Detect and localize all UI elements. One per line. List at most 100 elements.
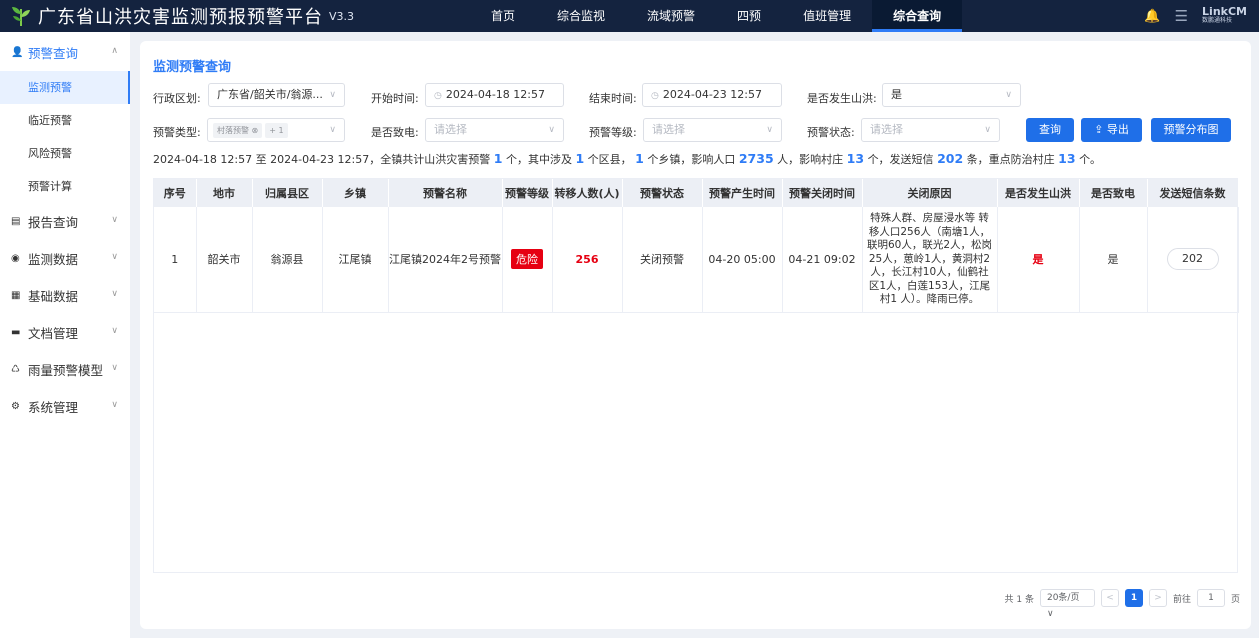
sidebar-group-monitor-data[interactable]: ◉ 监测数据 ∨ <box>0 240 130 277</box>
type-tag: 村落预警 ⊗ <box>213 122 263 138</box>
menu-icon[interactable]: ☰ <box>1175 7 1188 25</box>
nav-four-pre[interactable]: 四预 <box>716 0 782 32</box>
main-nav: 首页 综合监视 流域预警 四预 值班管理 综合查询 <box>470 0 963 32</box>
chevron-down-icon: ∨ <box>111 400 118 410</box>
chevron-up-icon: ∧ <box>111 46 118 56</box>
status-select[interactable]: 请选择 ∨ <box>861 118 1000 142</box>
summary-text: 个乡镇，影响人口 <box>647 153 736 166</box>
sidebar-group-report[interactable]: ▤ 报告查询 ∨ <box>0 203 130 240</box>
logo-leaf-icon <box>12 7 30 27</box>
col-header: 转移人数(人) <box>552 179 623 207</box>
region-select[interactable]: 广东省/韶关市/翁源... ∨ <box>208 83 345 107</box>
cell-sms: 202 <box>1147 207 1239 313</box>
summary-village-count: 13 <box>846 151 865 166</box>
end-time-label: 结束时间: <box>589 92 637 105</box>
start-time-value: 2024-04-18 12:57 <box>445 88 545 101</box>
alert-user-icon: 👤 <box>11 47 24 58</box>
chevron-down-icon: ∨ <box>984 125 991 135</box>
page-title: 监测预警查询 <box>153 60 232 75</box>
sidebar-group-docs[interactable]: ▬ 文档管理 ∨ <box>0 314 130 351</box>
chevron-down-icon: ∨ <box>111 215 118 225</box>
database-icon: ▦ <box>11 290 21 301</box>
page-unit-label: 页 <box>1230 594 1240 605</box>
col-header: 地市 <box>196 179 253 207</box>
table-row[interactable]: 1 韶关市 翁源县 江尾镇 江尾镇2024年2号预警 危险 256 关闭预警 0… <box>154 207 1239 313</box>
current-page-button[interactable]: 1 <box>1124 589 1143 607</box>
clock-icon: ◷ <box>651 91 659 101</box>
start-time-label: 开始时间: <box>371 92 419 105</box>
sidebar-group-base-data[interactable]: ▦ 基础数据 ∨ <box>0 277 130 314</box>
cell-reason: 特殊人群、房屋浸水等 转移人口256人（南塘1人，联明60人，联光2人，松岗25… <box>862 207 998 313</box>
nav-home[interactable]: 首页 <box>470 0 536 32</box>
sidebar-group-system[interactable]: ⚙ 系统管理 ∨ <box>0 388 130 425</box>
sidebar-group-rain-model[interactable]: ♺ 雨量预警模型 ∨ <box>0 351 130 388</box>
col-header: 预警产生时间 <box>702 179 783 207</box>
cell-town: 江尾镇 <box>322 207 389 313</box>
type-select[interactable]: 村落预警 ⊗ + 1 ∨ <box>207 118 345 142</box>
chevron-down-icon: ∨ <box>766 125 773 135</box>
export-label: 导出 <box>1106 123 1129 136</box>
sidebar-group-label: 报告查询 <box>28 215 79 230</box>
app-title: 广东省山洪灾害监测预报预警平台 <box>38 7 323 28</box>
status-label: 预警状态: <box>807 126 855 139</box>
query-button[interactable]: 查询 <box>1026 118 1074 142</box>
goto-page-input[interactable]: 1 <box>1196 589 1225 607</box>
flood-select[interactable]: 是 ∨ <box>882 83 1021 107</box>
col-header: 发送短信条数 <box>1147 179 1239 207</box>
level-select[interactable]: 请选择 ∨ <box>643 118 782 142</box>
chevron-down-icon: ∨ <box>1005 90 1012 100</box>
sms-count-pill[interactable]: 202 <box>1166 248 1219 271</box>
col-header: 乡镇 <box>322 179 389 207</box>
col-header: 预警名称 <box>388 179 503 207</box>
goto-label: 前往 <box>1172 594 1191 605</box>
chevron-down-icon: ∨ <box>329 90 336 100</box>
type-label: 预警类型: <box>153 126 201 139</box>
chevron-down-icon: ∨ <box>111 363 118 373</box>
top-bar: 广东省山洪灾害监测预报预警平台 V3.3 首页 综合监视 流域预警 四预 值班管… <box>0 0 1259 32</box>
power-placeholder: 请选择 <box>434 123 467 136</box>
col-header: 归属县区 <box>252 179 323 207</box>
cell-end-time: 04-21 09:02 <box>782 207 863 313</box>
gear-icon: ⚙ <box>11 401 20 412</box>
chevron-down-icon: ∨ <box>111 289 118 299</box>
level-label: 预警等级: <box>589 126 637 139</box>
col-header: 预警状态 <box>622 179 703 207</box>
summary-text: 2024-04-18 12:57 至 2024-04-23 12:57，全镇共计… <box>153 153 491 166</box>
sidebar-group-warning-query[interactable]: 👤 预警查询 ∧ <box>0 34 130 71</box>
region-value: 广东省/韶关市/翁源... <box>217 88 323 101</box>
export-button[interactable]: ⇪ 导出 <box>1081 118 1142 142</box>
sidebar-item-risk-warning[interactable]: 风险预警 <box>0 137 130 170</box>
nav-duty[interactable]: 值班管理 <box>782 0 872 32</box>
pager-total: 共 1 条 <box>1004 594 1034 605</box>
next-page-button[interactable]: > <box>1148 589 1167 607</box>
nav-query[interactable]: 综合查询 <box>872 0 963 32</box>
warning-map-button[interactable]: 预警分布图 <box>1151 118 1231 142</box>
clock-icon: ◷ <box>434 91 442 101</box>
sidebar-item-near-warning[interactable]: 临近预警 <box>0 104 130 137</box>
type-tag-text: 村落预警 <box>217 125 249 135</box>
level-badge: 危险 <box>511 249 543 270</box>
end-time-value: 2024-04-23 12:57 <box>662 88 762 101</box>
region-label: 行政区划: <box>153 92 201 105</box>
app-version: V3.3 <box>329 9 355 23</box>
nav-monitor[interactable]: 综合监视 <box>536 0 626 32</box>
power-select[interactable]: 请选择 ∨ <box>425 118 564 142</box>
end-time-picker[interactable]: ◷ 2024-04-23 12:57 <box>642 83 782 107</box>
sidebar-item-warning-calc[interactable]: 预警计算 <box>0 170 130 203</box>
page-size-select[interactable]: 20条/页 ∨ <box>1039 589 1095 619</box>
sidebar-item-monitor-warning[interactable]: 监测预警 <box>0 71 130 104</box>
chevron-down-icon: ∨ <box>111 252 118 262</box>
flood-label: 是否发生山洪: <box>807 92 877 105</box>
summary-text: 个，其中涉及 <box>505 153 572 166</box>
status-placeholder: 请选择 <box>870 123 903 136</box>
prev-page-button[interactable]: < <box>1100 589 1119 607</box>
type-more-tag: + 1 <box>265 122 288 138</box>
col-header: 是否发生山洪 <box>997 179 1080 207</box>
app-logo[interactable]: 广东省山洪灾害监测预报预警平台 V3.3 <box>0 3 470 29</box>
summary-county-count: 1 <box>575 151 585 166</box>
col-header: 是否致电 <box>1079 179 1148 207</box>
nav-basin-warning[interactable]: 流域预警 <box>626 0 716 32</box>
start-time-picker[interactable]: ◷ 2024-04-18 12:57 <box>425 83 564 107</box>
sidebar-group-label: 基础数据 <box>28 289 79 304</box>
bell-icon[interactable]: 🔔 <box>1144 9 1160 24</box>
